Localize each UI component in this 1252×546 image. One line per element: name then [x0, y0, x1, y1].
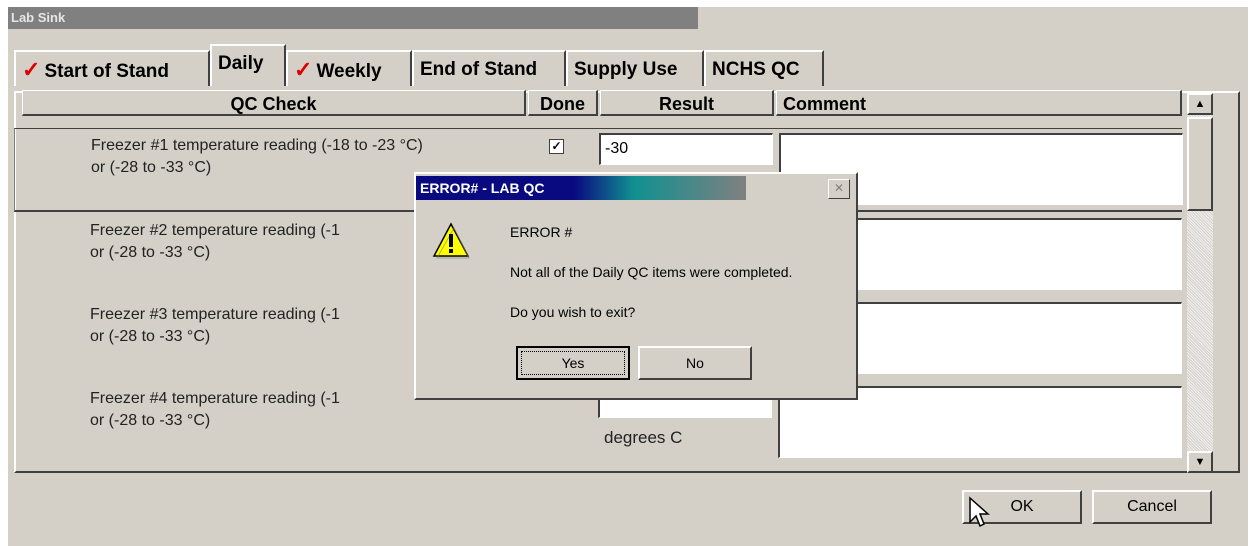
- yes-button[interactable]: Yes: [516, 346, 630, 380]
- no-button[interactable]: No: [638, 346, 752, 380]
- units-label: degrees C: [604, 428, 683, 447]
- tab-start-of-stand[interactable]: ✓ Start of Stand: [14, 50, 210, 86]
- tab-weekly[interactable]: ✓ Weekly: [286, 50, 412, 86]
- tab-label: Daily: [218, 53, 264, 74]
- error-dialog: ERROR# - LAB QC ✕ ERROR # Not all of the…: [414, 172, 858, 400]
- tab-label: Weekly: [316, 61, 382, 82]
- red-checkmark-icon: ✓: [22, 57, 41, 82]
- close-icon[interactable]: ✕: [828, 179, 850, 199]
- header-qc-check[interactable]: QC Check: [22, 90, 526, 116]
- tab-daily[interactable]: Daily: [210, 44, 286, 86]
- dialog-titlebar: ERROR# - LAB QC ✕: [416, 174, 856, 202]
- vertical-scrollbar[interactable]: ▲ ▼: [1187, 93, 1213, 473]
- dialog-title: ERROR# - LAB QC: [420, 180, 545, 196]
- result-input[interactable]: -30: [599, 133, 773, 165]
- tab-label: End of Stand: [420, 59, 538, 80]
- tab-supply-use[interactable]: Supply Use: [566, 50, 704, 86]
- cancel-button[interactable]: Cancel: [1092, 490, 1212, 524]
- tab-label: NCHS QC: [712, 59, 800, 80]
- window-title: Lab Sink: [8, 7, 698, 29]
- done-checkbox[interactable]: ✓: [549, 139, 564, 154]
- header-result[interactable]: Result: [600, 90, 774, 116]
- exit-question: Do you wish to exit?: [510, 304, 636, 320]
- red-checkmark-icon: ✓: [294, 57, 313, 82]
- error-code: ERROR #: [510, 224, 573, 240]
- error-message: Not all of the Daily QC items were compl…: [510, 264, 793, 280]
- header-done[interactable]: Done: [528, 90, 598, 116]
- mouse-pointer-icon: [969, 496, 990, 528]
- scroll-thumb[interactable]: [1187, 117, 1213, 211]
- scroll-up-icon[interactable]: ▲: [1187, 93, 1213, 115]
- tab-label: Supply Use: [574, 59, 678, 80]
- tab-end-of-stand[interactable]: End of Stand: [412, 50, 566, 86]
- warning-icon: [432, 222, 470, 259]
- tab-nchs-qc[interactable]: NCHS QC: [704, 50, 824, 86]
- scroll-down-icon[interactable]: ▼: [1187, 451, 1213, 473]
- tab-label: Start of Stand: [44, 61, 169, 82]
- header-comment[interactable]: Comment: [776, 90, 1182, 116]
